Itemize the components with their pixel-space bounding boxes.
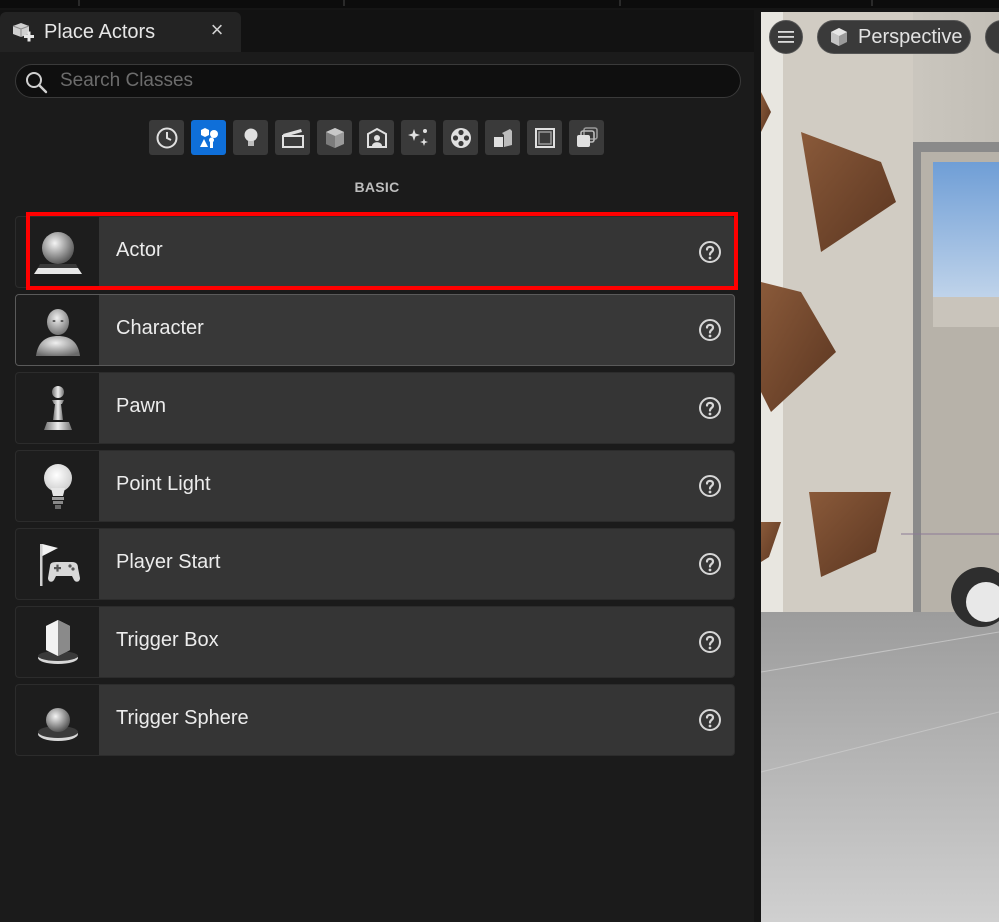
category-all-classes[interactable] — [527, 120, 562, 155]
category-visual-effects[interactable] — [317, 120, 352, 155]
help-icon[interactable] — [698, 708, 722, 732]
viewport-menu-button[interactable] — [769, 20, 803, 54]
item-thumbnail — [16, 295, 99, 365]
item-thumbnail — [16, 217, 99, 287]
character-bust-icon — [36, 309, 80, 356]
clock-icon — [156, 127, 177, 148]
category-lights[interactable] — [233, 120, 268, 155]
category-effects[interactable] — [401, 120, 436, 155]
search-input[interactable] — [58, 68, 732, 94]
list-item-actor[interactable]: Actor — [15, 216, 735, 288]
list-item-character[interactable]: Character — [15, 294, 735, 366]
list-item-trigger-box[interactable]: Trigger Box — [15, 606, 735, 678]
list-item-pawn[interactable]: Pawn — [15, 372, 735, 444]
item-label: Trigger Sphere — [116, 707, 249, 729]
list-item-player-start[interactable]: Player Start — [15, 528, 735, 600]
help-icon[interactable] — [698, 240, 722, 264]
sphere-on-base-icon — [34, 232, 82, 274]
tab-bar: Place Actors × — [0, 10, 754, 52]
help-icon[interactable] — [698, 396, 722, 420]
hamburger-menu-icon — [778, 31, 794, 43]
place-actors-icon — [12, 23, 34, 42]
stacked-layers-icon — [576, 126, 598, 147]
place-actors-panel: Place Actors × Search Classes BASIC Acto… — [0, 10, 754, 922]
tab-place-actors[interactable]: Place Actors × — [0, 12, 241, 52]
cube-icon — [831, 28, 847, 46]
help-icon[interactable] — [698, 474, 722, 498]
item-label: Player Start — [116, 551, 221, 573]
item-label: Point Light — [116, 473, 211, 495]
help-icon[interactable] — [698, 552, 722, 576]
help-icon[interactable] — [698, 318, 722, 342]
top-strip — [0, 0, 999, 8]
category-volumes[interactable] — [359, 120, 394, 155]
category-geometry[interactable] — [485, 120, 520, 155]
item-thumbnail — [16, 451, 99, 521]
lightbulb-icon — [244, 128, 257, 146]
perspective-view-button[interactable]: Perspective — [817, 20, 971, 54]
cinematic-clapper-icon — [281, 128, 304, 148]
search-box — [15, 64, 741, 98]
geometry-blocks-icon — [493, 128, 512, 147]
section-label: BASIC — [354, 179, 400, 195]
sparkles-icon — [407, 128, 428, 146]
view-mode-label: Perspective — [858, 25, 963, 48]
list-item-point-light[interactable]: Point Light — [15, 450, 735, 522]
category-media[interactable] — [443, 120, 478, 155]
pawn-icon — [44, 386, 72, 430]
lightbulb-icon — [44, 464, 72, 509]
close-icon[interactable]: × — [206, 19, 228, 41]
level-viewport[interactable]: Perspective — [761, 12, 999, 922]
cube-icon — [325, 127, 344, 148]
category-basic[interactable] — [191, 120, 226, 155]
item-label: Actor — [116, 239, 163, 261]
item-label: Trigger Box — [116, 629, 219, 651]
item-thumbnail — [16, 607, 99, 677]
flag-gamepad-icon — [40, 544, 80, 586]
volume-frame-icon — [534, 127, 555, 148]
item-thumbnail — [16, 685, 99, 755]
item-thumbnail — [16, 373, 99, 443]
basic-shapes-icon — [199, 127, 218, 148]
panel-body: BASIC Actor — [0, 52, 754, 922]
item-thumbnail — [16, 529, 99, 599]
cube-on-base-icon — [38, 620, 78, 664]
tab-title: Place Actors — [44, 21, 156, 43]
category-recent[interactable] — [149, 120, 184, 155]
category-cinematic[interactable] — [275, 120, 310, 155]
item-label: Character — [116, 317, 204, 339]
help-icon[interactable] — [698, 630, 722, 654]
item-label: Pawn — [116, 395, 167, 417]
film-reel-icon — [450, 127, 471, 148]
list-item-trigger-sphere[interactable]: Trigger Sphere — [15, 684, 735, 756]
category-more[interactable] — [569, 120, 604, 155]
search-icon — [26, 72, 48, 94]
viewport-scene — [761, 12, 999, 922]
portrait-icon — [366, 127, 387, 148]
sphere-on-base-icon — [38, 708, 78, 741]
